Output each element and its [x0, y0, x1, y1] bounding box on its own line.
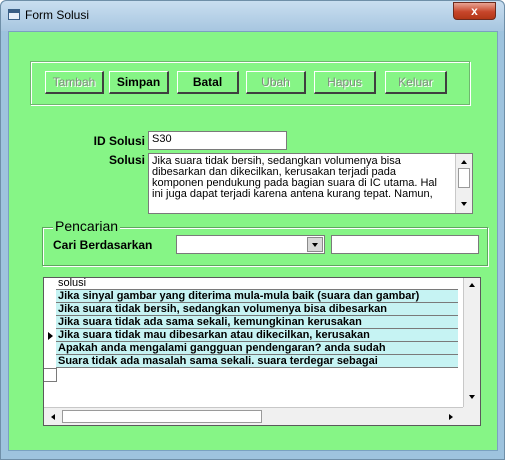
cari-berdasarkan-select[interactable] — [176, 235, 325, 254]
grid-horizontal-scrollbar[interactable] — [44, 407, 463, 425]
table-row[interactable]: Jika suara tidak bersih, sedangkan volum… — [56, 303, 458, 316]
current-row-pointer-icon — [48, 332, 53, 340]
new-row-selector — [44, 368, 56, 382]
solusi-line: ini juga dapat terjadi karena antena kur… — [152, 188, 433, 200]
table-row[interactable]: Jika suara tidak ada sama sekali, kemung… — [56, 316, 458, 329]
title-bar[interactable]: Form Solusi x — [1, 1, 504, 31]
table-row[interactable]: Apakah anda mengalami gangguan pendengar… — [56, 342, 458, 355]
keluar-button[interactable]: Keluar — [385, 71, 447, 94]
solusi-textarea[interactable]: Jika suara tidak bersih, sedangkan volum… — [148, 153, 473, 214]
scroll-down-arrow-icon[interactable] — [461, 202, 467, 206]
scroll-left-arrow-icon[interactable] — [51, 414, 55, 420]
button-group: Tambah Simpan Batal Ubah Hapus Keluar — [30, 61, 470, 105]
id-solusi-label: ID Solusi — [93, 134, 145, 148]
pencarian-legend: Pencarian — [53, 218, 121, 234]
scroll-corner — [463, 407, 480, 425]
dropdown-button[interactable] — [307, 237, 323, 252]
solusi-label: Solusi — [108, 153, 145, 167]
hapus-button[interactable]: Hapus — [314, 71, 376, 94]
window-title: Form Solusi — [25, 8, 90, 22]
simpan-button[interactable]: Simpan — [109, 71, 169, 94]
solusi-vertical-scrollbar[interactable] — [455, 154, 472, 213]
ubah-button[interactable]: Ubah — [246, 71, 306, 94]
scroll-up-arrow-icon[interactable] — [461, 160, 467, 164]
cari-input[interactable] — [331, 235, 479, 254]
batal-button[interactable]: Batal — [177, 71, 239, 94]
id-solusi-field[interactable]: S30 — [148, 131, 287, 150]
cari-berdasarkan-label: Cari Berdasarkan — [53, 238, 153, 252]
scroll-thumb[interactable] — [458, 168, 470, 188]
tambah-button[interactable]: Tambah — [45, 71, 104, 94]
form-client-area: Tambah Simpan Batal Ubah Hapus Keluar ID… — [8, 31, 498, 451]
cari-berdasarkan-value — [177, 240, 180, 252]
chevron-down-icon — [312, 243, 318, 247]
scroll-right-arrow-icon[interactable] — [449, 414, 453, 420]
solusi-grid[interactable]: solusi Jika sinyal gambar yang diterima … — [43, 277, 481, 426]
table-row[interactable]: Jika sinyal gambar yang diterima mula-mu… — [56, 290, 458, 303]
solusi-text: Jika suara tidak bersih, sedangkan volum… — [152, 156, 452, 200]
table-row[interactable]: Suara tidak ada masalah sama sekali. sua… — [56, 355, 458, 368]
scroll-down-arrow-icon[interactable] — [469, 395, 475, 399]
grid-column-header[interactable]: solusi — [56, 278, 458, 290]
horizontal-scroll-thumb[interactable] — [62, 410, 262, 423]
grid-vertical-scrollbar[interactable] — [463, 278, 480, 407]
table-row[interactable]: Jika suara tidak mau dibesarkan atau dik… — [56, 329, 458, 342]
close-button[interactable]: x — [453, 2, 496, 20]
scroll-up-arrow-icon[interactable] — [469, 283, 475, 287]
form-window: Form Solusi x Tambah Simpan Batal Ubah H… — [0, 0, 505, 460]
window-app-icon[interactable] — [8, 9, 20, 20]
